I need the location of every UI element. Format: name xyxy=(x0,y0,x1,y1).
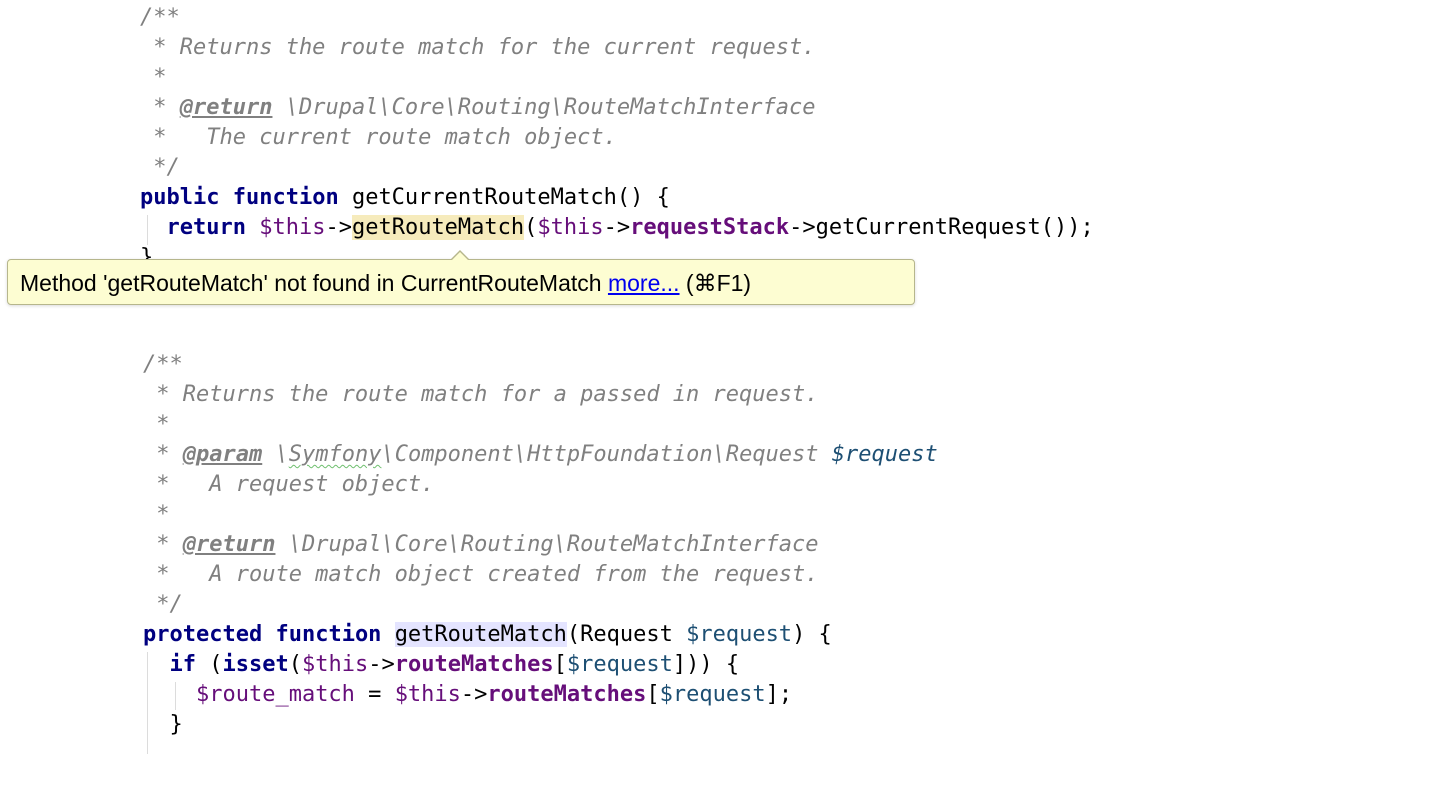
open-paren: ( xyxy=(524,215,538,240)
doc-comment-open: /** xyxy=(143,352,183,377)
unresolved-method-call[interactable]: getRouteMatch xyxy=(351,215,525,240)
doc-comment-prefix: * xyxy=(143,532,183,557)
function-signature: public function getCurrentRouteMatch() { xyxy=(140,183,670,213)
doc-param-type: \Component\HttpFoundation\Request xyxy=(381,442,832,467)
function-signature: protected function getRouteMatch(Request… xyxy=(143,620,832,650)
doc-comment-return-desc: * The current route match object. xyxy=(140,125,617,150)
arrow-operator: -> xyxy=(603,215,631,240)
doc-comment-return-line: * @return \Drupal\Core\Routing\RouteMatc… xyxy=(143,530,819,560)
doc-comment-open: /** xyxy=(140,5,180,30)
doc-comment-param-line: * @param \Symfony\Component\HttpFoundati… xyxy=(143,440,938,470)
doc-comment-prefix: * xyxy=(143,442,183,467)
doc-comment-blank: * xyxy=(143,502,170,527)
doc-tag-return[interactable]: @return xyxy=(180,95,273,120)
keyword-return: return xyxy=(166,215,246,240)
field-request-stack[interactable]: requestStack xyxy=(630,215,789,240)
arrow-operator: -> xyxy=(460,682,488,707)
this-var: $this xyxy=(394,682,461,707)
param-type: (Request xyxy=(566,622,687,647)
doc-param-ns: \ xyxy=(262,442,289,467)
doc-comment-summary: * Returns the route match for the curren… xyxy=(140,35,816,60)
doc-tag-return[interactable]: @return xyxy=(183,532,276,557)
keyword-isset: isset xyxy=(222,652,289,677)
keyword-if: if xyxy=(169,652,197,677)
request-var: $request xyxy=(566,652,673,677)
doc-comment-prefix: * xyxy=(140,95,180,120)
tooltip-message: Method 'getRouteMatch' not found in Curr… xyxy=(20,270,608,296)
doc-param-var: $request xyxy=(831,442,938,467)
function-name[interactable]: getRouteMatch xyxy=(394,622,567,647)
inspection-tooltip: Method 'getRouteMatch' not found in Curr… xyxy=(7,250,915,305)
request-var: $request xyxy=(659,682,766,707)
doc-comment-param-desc: * A request object. xyxy=(143,472,435,497)
tooltip-more-link[interactable]: more... xyxy=(608,270,680,296)
doc-comment-blank: * xyxy=(140,65,167,90)
keyword-function: function xyxy=(232,185,339,210)
return-statement: return $this->getRouteMatch($this->reque… xyxy=(140,213,1094,243)
keyword-protected: protected xyxy=(143,622,263,647)
sig-close: ) { xyxy=(792,622,832,647)
field-route-matches[interactable]: routeMatches xyxy=(395,652,554,677)
doc-comment-close: */ xyxy=(140,155,180,180)
field-route-matches[interactable]: routeMatches xyxy=(487,682,646,707)
doc-comment-return-line: * @return \Drupal\Core\Routing\RouteMatc… xyxy=(140,93,816,123)
doc-param-symfony[interactable]: Symfony xyxy=(289,442,382,467)
keyword-function: function xyxy=(275,622,382,647)
doc-comment-close: */ xyxy=(143,592,183,617)
doc-return-type: \Drupal\Core\Routing\RouteMatchInterface xyxy=(272,95,816,120)
tooltip-shortcut: (⌘F1) xyxy=(679,270,752,296)
keyword-public: public xyxy=(140,185,220,210)
arrow-operator: -> xyxy=(325,215,352,240)
function-name[interactable]: getCurrentRouteMatch() { xyxy=(339,185,670,210)
this-var: $this xyxy=(301,652,369,677)
doc-comment-summary: * Returns the route match for a passed i… xyxy=(143,382,819,407)
inner-close-brace: } xyxy=(169,712,183,737)
arrow-operator: -> xyxy=(368,652,395,677)
param-var: $request xyxy=(686,622,793,647)
doc-comment-blank: * xyxy=(143,412,170,437)
doc-return-type: \Drupal\Core\Routing\RouteMatchInterface xyxy=(275,532,819,557)
assignment-statement: $route_match = $this->routeMatches[$requ… xyxy=(195,682,793,707)
method-chain-rest: ->getCurrentRequest()); xyxy=(789,215,1094,240)
doc-comment-return-desc: * A route match object created from the … xyxy=(143,562,819,587)
route-match-var: $route_match xyxy=(195,682,355,707)
this-var: $this xyxy=(537,215,604,240)
doc-tag-param[interactable]: @param xyxy=(183,442,262,467)
if-statement: if (isset($this->routeMatches[$request])… xyxy=(169,652,740,677)
this-var: $this xyxy=(245,215,326,240)
